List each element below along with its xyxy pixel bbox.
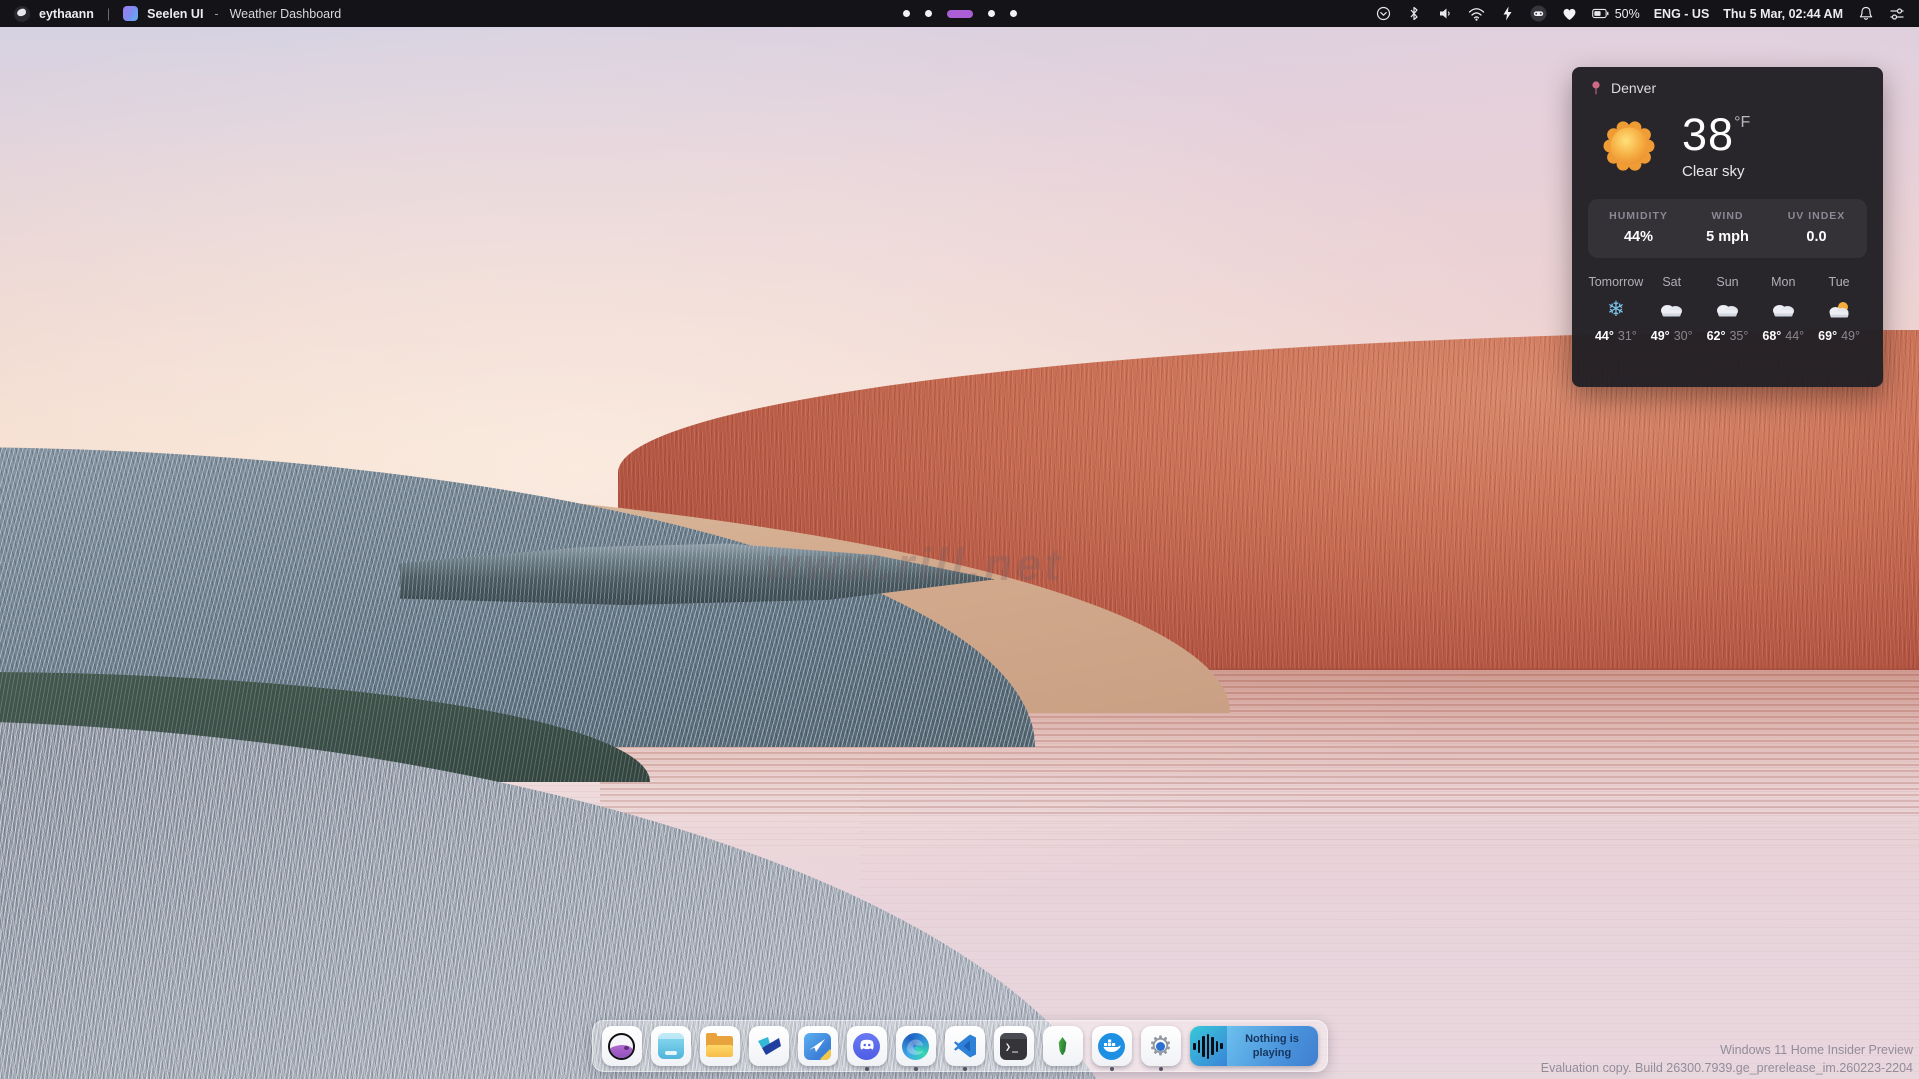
weather-current: 38 °F Clear sky xyxy=(1588,112,1867,180)
seelen-logo-icon[interactable] xyxy=(123,6,138,21)
heart-icon[interactable] xyxy=(1561,5,1578,22)
gear-icon: ⚙ xyxy=(1148,1033,1172,1060)
weather-header: Denver xyxy=(1588,80,1867,96)
power-bolt-icon[interactable] xyxy=(1499,5,1516,22)
sun-behind-cloud-icon xyxy=(1826,300,1853,319)
snowflake-icon: ❄ xyxy=(1607,299,1625,320)
dock-app-window-preview[interactable] xyxy=(651,1026,691,1066)
sun-icon xyxy=(1602,119,1656,173)
dock-app-mail-plane[interactable] xyxy=(798,1026,838,1066)
media-status: Nothing is playing xyxy=(1227,1026,1318,1066)
waveform-icon xyxy=(1190,1026,1227,1066)
dock-app-terminal[interactable]: ❯_ xyxy=(994,1026,1034,1066)
forecast-day-sun: Sun 62°35° xyxy=(1700,275,1756,343)
dock-app-mongodb[interactable] xyxy=(1043,1026,1083,1066)
running-indicator xyxy=(865,1067,869,1071)
forecast-day-sat: Sat 49°30° xyxy=(1644,275,1700,343)
media-player-widget[interactable]: Nothing is playing xyxy=(1190,1026,1318,1066)
weather-stats: HUMIDITY 44% WIND 5 mph UV INDEX 0.0 xyxy=(1588,199,1867,258)
chevron-circle-icon[interactable] xyxy=(1375,5,1392,22)
volume-icon[interactable] xyxy=(1437,5,1454,22)
workspace-dot-1[interactable] xyxy=(903,10,910,17)
bell-icon[interactable] xyxy=(1857,5,1874,22)
terminal-icon: ❯_ xyxy=(1000,1033,1027,1060)
media-status-line2: playing xyxy=(1253,1046,1292,1060)
topbar: eythaann | Seelen UI - Weather Dashboard xyxy=(0,0,1919,27)
mongodb-leaf-icon xyxy=(1058,1037,1068,1055)
running-indicator xyxy=(1110,1067,1114,1071)
current-temperature: 38 xyxy=(1682,112,1734,157)
weather-location: Denver xyxy=(1611,80,1656,96)
view-name[interactable]: Weather Dashboard xyxy=(230,7,342,21)
watermark: www.rill.net xyxy=(765,539,1064,591)
running-indicator xyxy=(1159,1067,1163,1071)
running-indicator xyxy=(914,1067,918,1071)
discord-icon xyxy=(853,1033,880,1060)
dock-app-edge[interactable] xyxy=(896,1026,936,1066)
workspace-dot-4[interactable] xyxy=(988,10,995,17)
desktop-screen: www.rill.net Windows 11 Home Insider Pre… xyxy=(0,0,1919,1079)
user-name[interactable]: eythaann xyxy=(39,7,94,21)
dock: ❯_ ⚙ Nothing is playing xyxy=(592,1020,1328,1072)
stat-humidity: HUMIDITY 44% xyxy=(1594,210,1683,245)
workspace-switcher xyxy=(903,0,1017,27)
forecast-day-tomorrow: Tomorrow ❄ 44°31° xyxy=(1588,275,1644,343)
weather-condition: Clear sky xyxy=(1682,163,1750,180)
forecast-day-mon: Mon 68°44° xyxy=(1755,275,1811,343)
windows-evaluation-text: Windows 11 Home Insider Preview Evaluati… xyxy=(1541,1041,1913,1077)
wifi-icon[interactable] xyxy=(1468,5,1485,22)
workspace-dot-5[interactable] xyxy=(1010,10,1017,17)
forecast-day-tue: Tue 69°49° xyxy=(1811,275,1867,343)
topbar-left: eythaann | Seelen UI - Weather Dashboard xyxy=(0,6,341,22)
seelen-app-icon xyxy=(608,1033,635,1060)
system-tray: 50% ENG - US Thu 5 Mar, 02:44 AM xyxy=(1375,5,1919,22)
media-status-line1: Nothing is xyxy=(1245,1032,1299,1046)
user-avatar[interactable] xyxy=(14,6,30,22)
window-app-icon xyxy=(658,1033,684,1059)
dock-app-vscode[interactable] xyxy=(945,1026,985,1066)
cloud-icon xyxy=(1770,301,1797,318)
docker-icon xyxy=(1098,1033,1125,1060)
dock-app-docker[interactable] xyxy=(1092,1026,1132,1066)
paper-plane-icon xyxy=(804,1033,831,1060)
workspace-active-pill[interactable] xyxy=(947,10,973,18)
game-bar-icon[interactable] xyxy=(1530,5,1547,22)
quick-settings-icon[interactable] xyxy=(1888,5,1905,22)
battery-icon[interactable] xyxy=(1592,5,1609,22)
weather-forecast: Tomorrow ❄ 44°31° Sat 49°30° Sun 62°35° … xyxy=(1588,275,1867,343)
running-indicator xyxy=(963,1067,967,1071)
dock-app-seelen[interactable] xyxy=(602,1026,642,1066)
windows-edition-line: Windows 11 Home Insider Preview xyxy=(1541,1041,1913,1059)
clock[interactable]: Thu 5 Mar, 02:44 AM xyxy=(1723,7,1843,21)
stat-uv-index: UV INDEX 0.0 xyxy=(1772,210,1861,245)
edge-icon xyxy=(902,1033,929,1060)
battery-percent[interactable]: 50% xyxy=(1615,7,1640,21)
windows-build-line: Evaluation copy. Build 26300.7939.ge_pre… xyxy=(1541,1059,1913,1077)
dock-app-discord[interactable] xyxy=(847,1026,887,1066)
workspace-dot-2[interactable] xyxy=(925,10,932,17)
weather-widget[interactable]: Denver 38 °F Clear sky HUMIDITY 44% xyxy=(1572,67,1883,387)
language-indicator[interactable]: ENG - US xyxy=(1654,7,1710,21)
dock-app-file-explorer[interactable] xyxy=(700,1026,740,1066)
cloud-icon xyxy=(1714,301,1741,318)
separator: | xyxy=(103,7,114,21)
folder-icon xyxy=(706,1036,733,1057)
dock-app-flow[interactable] xyxy=(749,1026,789,1066)
temperature-unit: °F xyxy=(1734,114,1750,132)
bluetooth-icon[interactable] xyxy=(1406,5,1423,22)
flow-app-icon xyxy=(755,1034,782,1058)
app-name[interactable]: Seelen UI xyxy=(147,7,203,21)
dash-separator: - xyxy=(212,7,220,21)
stat-wind: WIND 5 mph xyxy=(1683,210,1772,245)
cloud-icon xyxy=(1658,301,1685,318)
dock-app-settings[interactable]: ⚙ xyxy=(1141,1026,1181,1066)
location-pin-icon xyxy=(1590,80,1602,96)
vscode-icon xyxy=(952,1033,978,1059)
